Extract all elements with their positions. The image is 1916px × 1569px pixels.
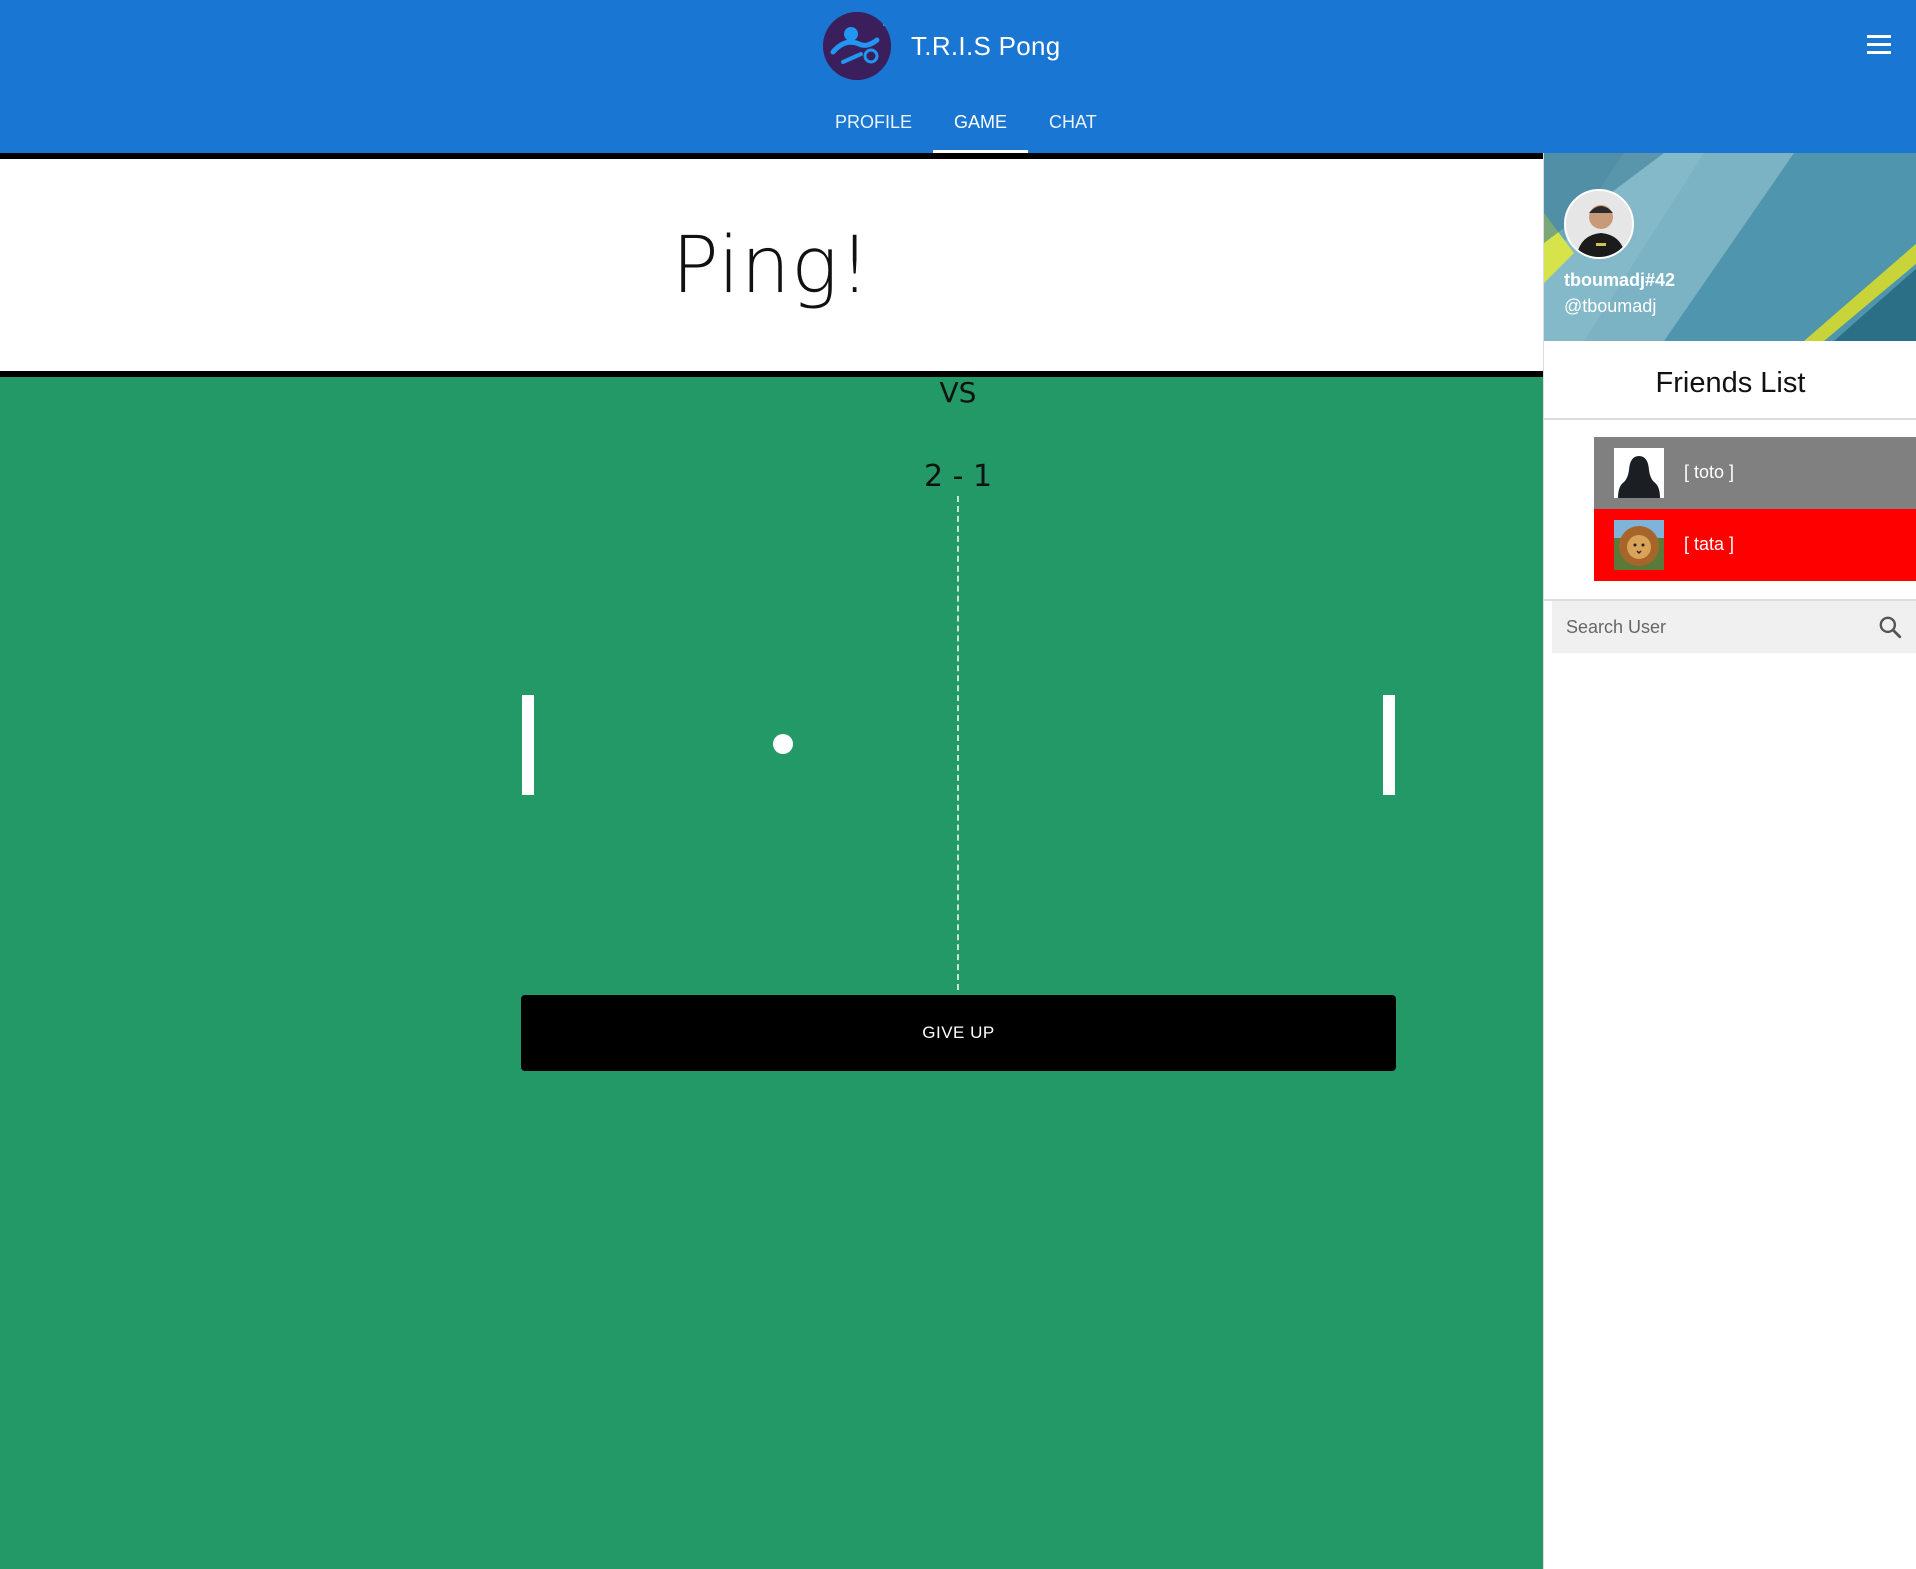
friend-item-tata[interactable]: [ tata ]	[1594, 509, 1916, 581]
friend-item-toto[interactable]: [ toto ]	[1594, 437, 1916, 509]
tab-profile[interactable]: PROFILE	[814, 100, 933, 153]
search-user-input[interactable]	[1552, 601, 1862, 653]
game-area: Ping!	[0, 153, 1543, 1569]
brand[interactable]: T.R.I.S Pong	[823, 12, 1061, 80]
friends-list-title: Friends List	[1655, 367, 1806, 399]
app-logo-icon	[823, 12, 891, 80]
game-banner-title: Ping!	[671, 221, 872, 311]
give-up-button[interactable]: GIVE UP	[521, 995, 1396, 1071]
tab-chat[interactable]: CHAT	[1028, 100, 1118, 153]
court-center-line	[957, 496, 959, 990]
hamburger-menu-icon[interactable]	[1864, 30, 1894, 60]
profile-handle: @tboumadj	[1564, 296, 1657, 316]
game-banner: Ping!	[0, 153, 1543, 377]
tab-game[interactable]: GAME	[933, 100, 1029, 153]
sidebar: tboumadj#42 @tboumadj Friends List [ tot…	[1543, 153, 1916, 1569]
friend-avatar-lion-icon	[1614, 520, 1664, 570]
search-user-box	[1552, 601, 1916, 653]
app-bar: T.R.I.S Pong PROFILE GAME CHAT	[0, 0, 1916, 153]
friend-avatar-silhouette-icon	[1614, 448, 1664, 498]
ball	[773, 734, 793, 754]
profile-card[interactable]: tboumadj#42 @tboumadj	[1544, 153, 1916, 341]
nav-tabs: PROFILE GAME CHAT	[814, 100, 1118, 153]
left-paddle	[522, 695, 534, 795]
user-avatar[interactable]	[1564, 189, 1634, 259]
app-title: T.R.I.S Pong	[911, 30, 1061, 61]
friend-name: [ toto ]	[1684, 462, 1735, 482]
search-icon[interactable]	[1877, 614, 1903, 640]
friend-name: [ tata ]	[1684, 534, 1735, 554]
right-paddle	[1383, 695, 1395, 795]
divider	[1544, 418, 1916, 420]
profile-username: tboumadj#42	[1564, 270, 1676, 290]
